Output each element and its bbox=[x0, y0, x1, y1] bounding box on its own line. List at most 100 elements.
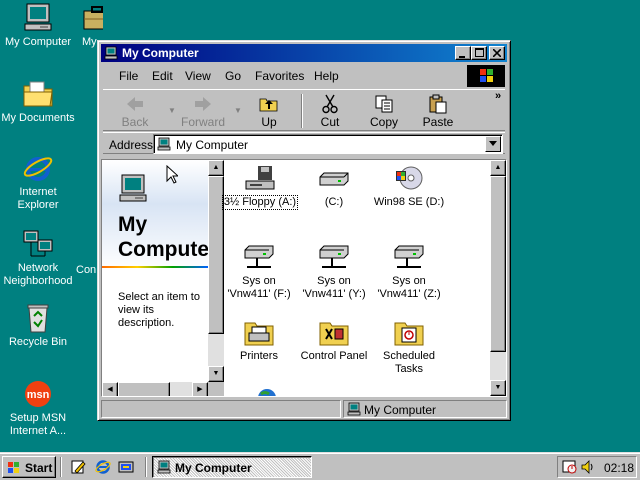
folder-documents-icon bbox=[23, 81, 53, 107]
network-drive-y-item[interactable]: Sys on 'Vnw411' (Y:) bbox=[297, 242, 371, 301]
cd-drive-d-item[interactable]: Win98 SE (D:) bbox=[372, 165, 446, 209]
forward-button[interactable]: Forward bbox=[177, 92, 229, 129]
recycle-bin-icon bbox=[27, 304, 49, 333]
globe-partial-icon bbox=[258, 389, 276, 396]
copy-button[interactable]: Copy bbox=[358, 92, 410, 129]
desktop-icon-recycle-bin[interactable]: Recycle Bin bbox=[0, 302, 76, 349]
close-button[interactable] bbox=[489, 46, 505, 60]
computer-icon bbox=[24, 3, 52, 31]
quicklaunch-channels-icon[interactable] bbox=[118, 459, 134, 475]
windows-flag-icon bbox=[8, 462, 19, 473]
toolbar-separator bbox=[301, 94, 303, 128]
computer-large-icon bbox=[119, 174, 147, 202]
computer-icon bbox=[157, 137, 171, 151]
hard-drive-c-item[interactable]: (C:) bbox=[297, 165, 371, 209]
scroll-down-button[interactable]: ▼ bbox=[490, 380, 506, 396]
back-dropdown[interactable]: ▼ bbox=[168, 106, 176, 115]
menu-help[interactable]: Help bbox=[314, 69, 339, 83]
task-button-my-computer[interactable]: My Computer bbox=[152, 456, 312, 478]
minimize-button[interactable] bbox=[455, 46, 471, 60]
network-drive-icon bbox=[319, 245, 349, 268]
computer-icon bbox=[104, 46, 118, 60]
scheduler-tray-icon[interactable] bbox=[562, 459, 578, 475]
windows-logo bbox=[467, 65, 505, 87]
scroll-left-button[interactable]: ◀ bbox=[102, 382, 118, 396]
scroll-down-button[interactable]: ▼ bbox=[208, 366, 224, 382]
desktop-icon-my-computer[interactable]: My Computer bbox=[0, 2, 76, 49]
system-tray: 02:18 bbox=[557, 456, 637, 478]
taskbar-separator bbox=[145, 457, 147, 477]
scroll-right-button[interactable]: ▶ bbox=[192, 382, 208, 396]
web-view-pane: My Computer Select an item to view its d… bbox=[102, 160, 208, 382]
forward-arrow-icon bbox=[195, 97, 211, 111]
printers-folder-icon bbox=[244, 322, 274, 346]
speaker-icon[interactable] bbox=[580, 459, 596, 475]
content-area: My Computer Select an item to view its d… bbox=[101, 159, 507, 397]
cd-drive-icon bbox=[396, 166, 423, 190]
desktop-icon-my-documents[interactable]: My Documents bbox=[0, 78, 76, 125]
menu-favorites[interactable]: Favorites bbox=[255, 69, 304, 83]
menu-bar: File Edit View Go Favorites Help bbox=[103, 65, 469, 87]
svg-text:msn: msn bbox=[27, 389, 50, 401]
paste-button[interactable]: Paste bbox=[412, 92, 464, 129]
toolbar-more-chevron[interactable]: » bbox=[495, 90, 501, 102]
quicklaunch-internet-explorer-icon[interactable] bbox=[95, 459, 111, 475]
hard-drive-icon bbox=[319, 172, 349, 186]
internet-explorer-icon bbox=[23, 157, 53, 181]
close-icon bbox=[492, 48, 502, 58]
address-bar: Address My Computer bbox=[103, 132, 505, 154]
menu-view[interactable]: View bbox=[185, 69, 211, 83]
scheduled-tasks-item[interactable]: Scheduled Tasks bbox=[372, 317, 446, 376]
status-pane-right: My Computer bbox=[343, 400, 507, 418]
status-bar: My Computer bbox=[101, 399, 507, 419]
taskbar-separator bbox=[60, 457, 62, 477]
address-value: My Computer bbox=[176, 138, 249, 152]
menu-go[interactable]: Go bbox=[225, 69, 241, 83]
mouse-cursor-icon bbox=[166, 165, 178, 184]
copy-icon bbox=[375, 95, 393, 113]
forward-dropdown[interactable]: ▼ bbox=[234, 106, 242, 115]
quicklaunch-edit-icon[interactable] bbox=[70, 459, 86, 475]
scheduled-tasks-icon bbox=[394, 322, 424, 346]
scroll-up-button[interactable]: ▲ bbox=[490, 160, 506, 176]
left-pane-horizontal-scrollbar[interactable]: ◀ ▶ bbox=[102, 382, 208, 396]
network-drive-z-item[interactable]: Sys on 'Vnw411' (Z:) bbox=[372, 242, 446, 301]
cut-button[interactable]: Cut bbox=[304, 92, 356, 129]
start-button[interactable]: Start bbox=[2, 456, 56, 478]
floppy-drive-icon bbox=[245, 166, 275, 190]
clock[interactable]: 02:18 bbox=[604, 461, 634, 475]
status-text: My Computer bbox=[364, 403, 437, 417]
control-panel-item[interactable]: Control Panel bbox=[297, 317, 371, 363]
paste-icon bbox=[429, 94, 447, 114]
network-neighborhood-icon bbox=[23, 230, 53, 257]
desktop-icon-internet-explorer[interactable]: Internet Explorer bbox=[0, 152, 76, 212]
network-drive-f-item[interactable]: Sys on 'Vnw411' (F:) bbox=[222, 242, 296, 301]
menu-edit[interactable]: Edit bbox=[152, 69, 173, 83]
main-vertical-scrollbar[interactable]: ▲ ▼ bbox=[490, 160, 506, 396]
floppy-drive-item[interactable]: 3½ Floppy (A:) bbox=[221, 165, 299, 210]
title-bar[interactable]: My Computer bbox=[101, 44, 507, 62]
back-button[interactable]: Back bbox=[109, 92, 161, 129]
taskbar: Start My Computer 02:18 bbox=[0, 452, 640, 480]
up-button[interactable]: Up bbox=[243, 92, 295, 129]
desktop-icon-setup-msn[interactable]: msn Setup MSN Internet A... bbox=[0, 378, 76, 438]
computer-icon bbox=[347, 402, 361, 416]
up-folder-icon bbox=[259, 98, 278, 112]
address-dropdown-button[interactable] bbox=[485, 136, 501, 152]
scroll-thumb[interactable] bbox=[118, 382, 170, 396]
scrollbar-corner bbox=[208, 382, 224, 396]
scroll-thumb[interactable] bbox=[490, 176, 506, 352]
window-title: My Computer bbox=[122, 46, 199, 60]
standard-toolbar: Back ▼ Forward ▼ Up Cut Copy Paste » bbox=[103, 89, 505, 131]
desktop-icon-network-neighborhood[interactable]: Network Neighborhood bbox=[0, 228, 76, 288]
maximize-button[interactable] bbox=[471, 46, 487, 60]
windows-flag-icon bbox=[480, 69, 493, 82]
network-drive-icon bbox=[244, 245, 274, 268]
desktop-icon-partial-con: Con bbox=[76, 264, 97, 276]
address-field[interactable]: My Computer bbox=[153, 134, 503, 154]
control-panel-icon bbox=[319, 322, 349, 346]
chevron-down-icon bbox=[489, 141, 497, 146]
printers-item[interactable]: Printers bbox=[222, 317, 296, 363]
menu-file[interactable]: File bbox=[119, 69, 138, 83]
address-label: Address bbox=[109, 138, 154, 152]
